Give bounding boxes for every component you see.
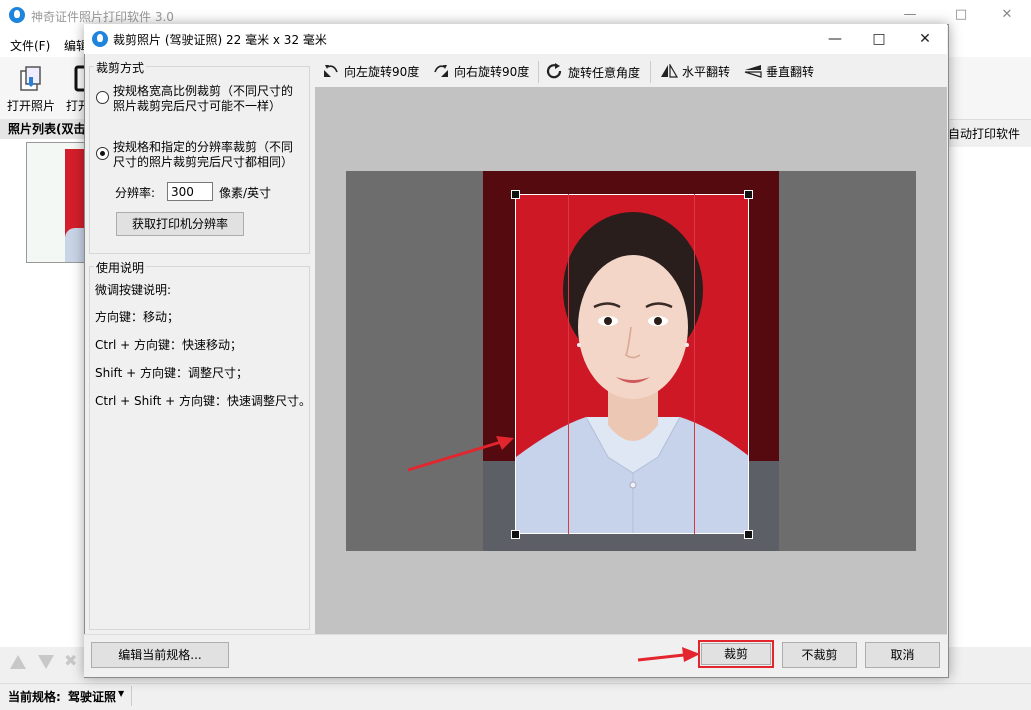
radio-resolution-crop[interactable] — [96, 147, 109, 160]
crop-mode-legend: 裁剪方式 — [94, 59, 147, 76]
crop-button[interactable]: 裁剪 — [701, 643, 771, 665]
main-minimize-button[interactable]: — — [896, 5, 924, 25]
status-divider — [131, 686, 132, 706]
main-maximize-button[interactable]: □ — [947, 5, 975, 25]
flip-horizontal-label: 水平翻转 — [682, 65, 731, 79]
rotate-any-icon — [546, 63, 564, 79]
right-panel — [948, 147, 1031, 647]
rotate-right-label: 向右旋转90度 — [454, 65, 530, 79]
crop-selection-box[interactable] — [515, 194, 749, 534]
crop-guide-line-right — [694, 194, 695, 534]
resolution-input[interactable]: 300 — [167, 182, 213, 201]
help-line-5: Ctrl + Shift + 方向键：快速调整尺寸。 — [95, 394, 311, 408]
rotate-left-button[interactable]: 向左旋转90度 — [322, 63, 419, 80]
cancel-button[interactable]: 取消 — [865, 642, 940, 668]
photo-nav-bar: ✖ — [0, 647, 88, 677]
open-photo-button[interactable]: 打开照片 — [5, 61, 57, 115]
move-up-icon[interactable] — [10, 655, 26, 669]
app-logo-icon — [9, 7, 25, 23]
help-line-3: Ctrl + 方向键：快速移动； — [95, 338, 243, 352]
rotate-any-button[interactable]: 旋转任意角度 — [546, 63, 640, 81]
flip-vertical-button[interactable]: 垂直翻转 — [744, 63, 814, 80]
main-window-title: 神奇证件照片打印软件 3.0 — [31, 10, 174, 24]
flip-vertical-label: 垂直翻转 — [766, 65, 815, 79]
flip-horizontal-button[interactable]: 水平翻转 — [660, 62, 731, 80]
annotation-arrow-crop-box — [406, 434, 516, 474]
help-legend: 使用说明 — [94, 259, 147, 276]
dialog-close-button[interactable]: ✕ — [912, 28, 938, 50]
annotation-arrow-crop-button — [636, 644, 702, 666]
crop-handle-bottom-left[interactable] — [511, 530, 520, 539]
dropdown-arrow-icon: ▼ — [118, 689, 125, 698]
edit-spec-button[interactable]: 编辑当前规格... — [91, 642, 229, 668]
rotate-right-button[interactable]: 向右旋转90度 — [432, 63, 529, 80]
help-line-1: 微调按键说明: — [95, 283, 172, 297]
open-photo-icon — [17, 65, 45, 93]
help-line-2: 方向键：移动； — [95, 310, 180, 324]
radio-ratio-crop[interactable] — [96, 91, 109, 104]
current-spec-dropdown[interactable]: 驾驶证照 ▼ — [68, 686, 132, 704]
current-spec-label: 当前规格: — [8, 690, 61, 704]
rotate-right-icon — [432, 64, 450, 78]
rotate-any-label: 旋转任意角度 — [568, 66, 641, 80]
current-spec-value: 驾驶证照 — [68, 690, 117, 704]
open-button[interactable]: 打开 — [60, 61, 86, 115]
help-line-4: Shift + 方向键：调整尺寸； — [95, 366, 248, 380]
rotate-left-icon — [322, 64, 340, 78]
option-ratio-line1: 按规格宽高比例裁剪（不同尺寸的 — [113, 84, 294, 98]
option-resolution-line2: 尺寸的照片裁剪完后尺寸都相同） — [113, 155, 294, 169]
toolbar-separator — [650, 61, 651, 83]
crop-handle-top-right[interactable] — [744, 190, 753, 199]
portrait-photo — [516, 212, 748, 533]
dialog-minimize-button[interactable]: — — [822, 28, 848, 50]
dialog-title: 裁剪照片 (驾驶证照) 22 毫米 x 32 毫米 — [113, 33, 327, 47]
flip-horizontal-icon — [660, 62, 679, 78]
option-resolution-line1: 按规格和指定的分辨率裁剪（不同 — [113, 140, 294, 154]
get-printer-resolution-button[interactable]: 获取打印机分辨率 — [116, 212, 244, 236]
open-photo-label: 打开照片 — [6, 99, 55, 113]
move-down-icon[interactable] — [38, 655, 54, 669]
auto-print-software-label: 自动打印软件 — [948, 127, 1021, 141]
delete-icon[interactable]: ✖ — [64, 651, 78, 671]
photo-thumbnail[interactable] — [26, 142, 90, 263]
option-ratio-line2: 照片裁剪完后尺寸可能不一样） — [113, 99, 282, 113]
crop-handle-top-left[interactable] — [511, 190, 520, 199]
resolution-value: 300 — [171, 185, 194, 199]
dialog-app-icon — [92, 31, 108, 47]
no-crop-button[interactable]: 不裁剪 — [782, 642, 857, 668]
photo-list-header: 照片列表(双击 — [0, 119, 88, 139]
crop-handle-bottom-right[interactable] — [744, 530, 753, 539]
resolution-label: 分辨率: — [115, 186, 156, 200]
status-bar — [0, 683, 1031, 710]
main-close-button[interactable]: ✕ — [993, 5, 1021, 25]
open-label: 打开 — [66, 99, 86, 113]
resolution-unit: 像素/英寸 — [219, 186, 272, 200]
flip-vertical-icon — [744, 64, 762, 78]
dialog-maximize-button[interactable]: □ — [866, 28, 892, 50]
crop-guide-line-left — [568, 194, 569, 534]
toolbar-separator — [538, 61, 539, 83]
rotate-left-label: 向左旋转90度 — [344, 65, 420, 79]
menu-file[interactable]: 文件(F) — [10, 37, 50, 54]
